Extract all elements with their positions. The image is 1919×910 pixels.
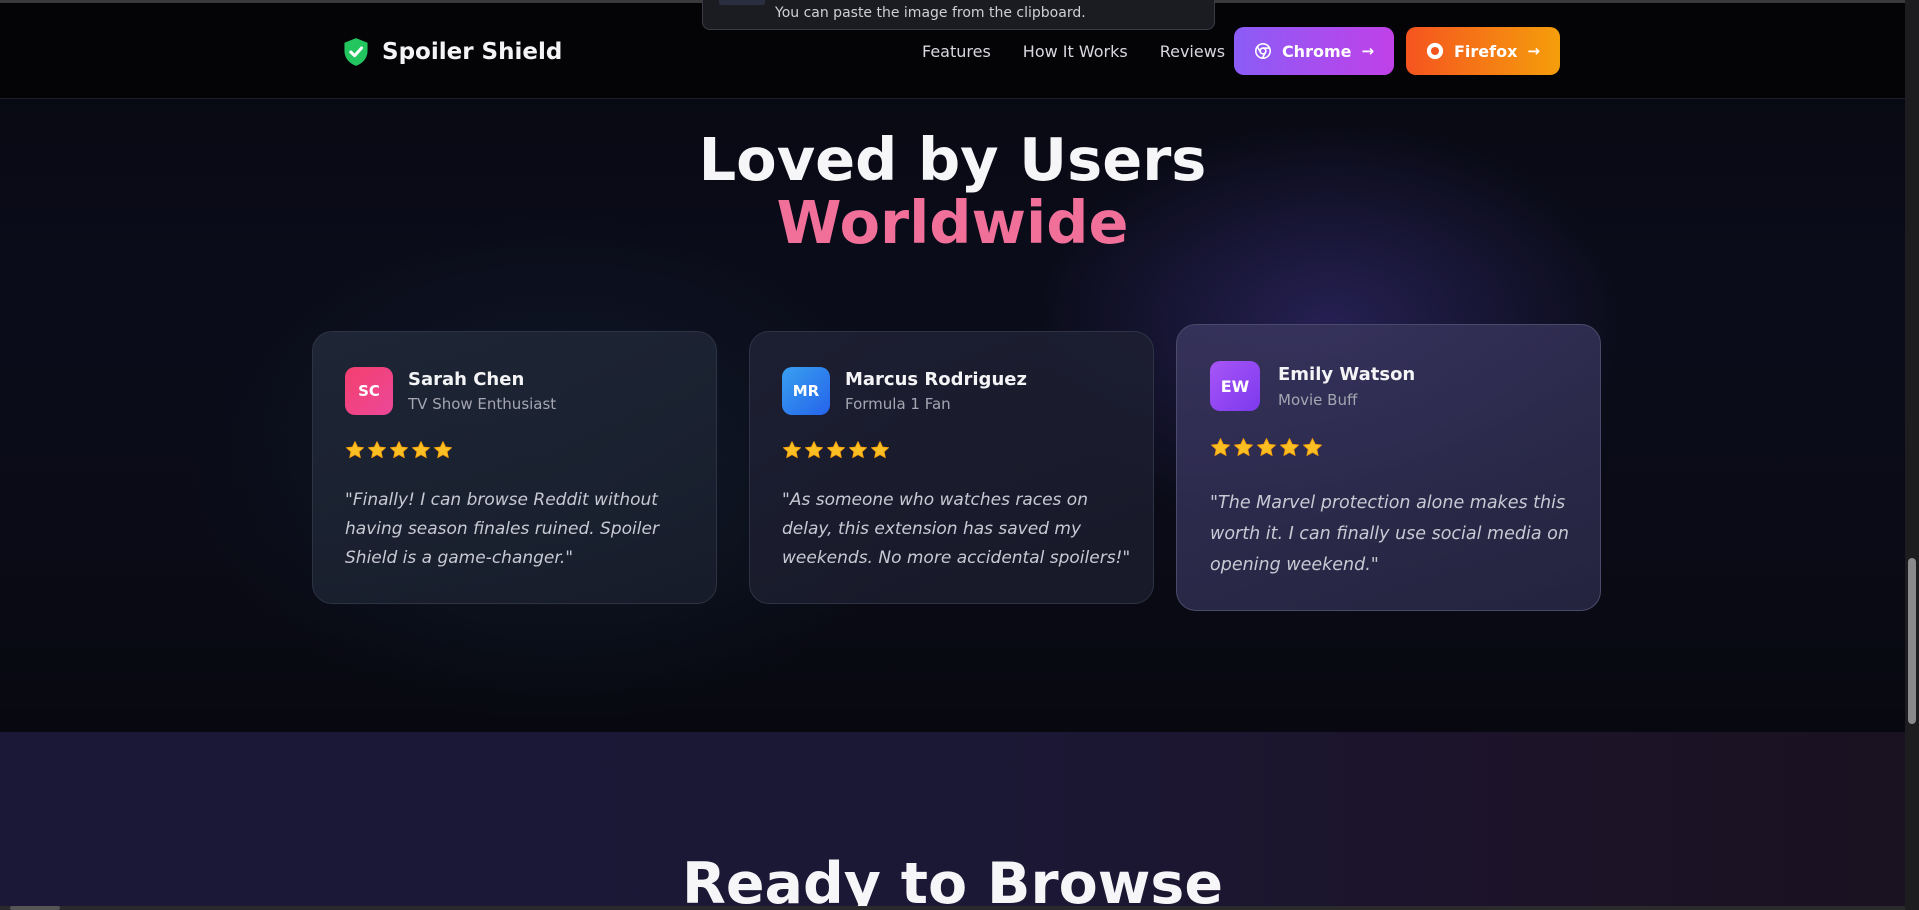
star-rating (345, 440, 453, 460)
star-icon (1280, 438, 1299, 456)
star-icon (1211, 438, 1230, 456)
nav-link-features[interactable]: Features (922, 42, 991, 61)
shield-check-icon (344, 38, 368, 66)
star-icon (390, 441, 408, 459)
cta-heading: Ready to Browse (681, 851, 1224, 910)
review-card-emily-watson: EW Emily Watson Movie Buff "The Marvel p… (1176, 324, 1601, 611)
reviews-heading: Loved by Users Worldwide (0, 128, 1905, 254)
vertical-scrollbar[interactable] (1905, 0, 1919, 910)
firefox-button-label: Firefox (1453, 41, 1518, 61)
brand-name: Spoiler Shield (382, 39, 563, 65)
star-icon (805, 441, 823, 459)
star-icon (1234, 438, 1253, 456)
nav-link-how-it-works[interactable]: How It Works (1023, 42, 1128, 61)
nav-links: Features How It Works Reviews (922, 42, 1225, 61)
star-icon (368, 441, 386, 459)
review-card-marcus-rodriguez: MR Marcus Rodriguez Formula 1 Fan "As so… (749, 331, 1154, 604)
review-card-sarah-chen: SC Sarah Chen TV Show Enthusiast "Finall… (312, 331, 717, 604)
avatar: EW (1210, 361, 1260, 411)
star-icon (434, 441, 452, 459)
avatar: MR (782, 367, 830, 415)
arrow-right-icon: → (1527, 42, 1540, 60)
horizontal-scrollbar-thumb[interactable] (10, 906, 60, 910)
star-icon (1303, 438, 1322, 456)
firefox-download-button[interactable]: Firefox → (1406, 27, 1560, 75)
reviews-heading-line1: Loved by Users (698, 125, 1207, 194)
star-rating (1210, 437, 1323, 458)
review-quote: "The Marvel protection alone makes this … (1210, 493, 1569, 575)
reviewer-name: Emily Watson (1278, 364, 1416, 385)
horizontal-scrollbar[interactable] (0, 906, 1905, 910)
nav-link-reviews[interactable]: Reviews (1160, 42, 1225, 61)
reviews-heading-highlight: Worldwide (776, 188, 1129, 257)
reviewer-name: Marcus Rodriguez (845, 369, 1027, 390)
star-icon (1257, 438, 1276, 456)
reviewer-role: Formula 1 Fan (845, 395, 951, 413)
star-icon (827, 441, 845, 459)
reviewer-name: Sarah Chen (408, 369, 525, 390)
star-icon (849, 441, 867, 459)
firefox-icon (1426, 42, 1444, 60)
star-rating (782, 440, 890, 460)
avatar: SC (345, 367, 393, 415)
review-quote: "Finally! I can browse Reddit without ha… (345, 490, 659, 568)
reviewer-role: TV Show Enthusiast (408, 395, 557, 413)
review-quote: "As someone who watches races on delay, … (782, 490, 1131, 568)
star-icon (346, 441, 364, 459)
page: Ready to Browse Spoiler Shield Features … (0, 0, 1905, 910)
reviewer-role: Movie Buff (1278, 391, 1358, 409)
star-icon (783, 441, 801, 459)
star-icon (412, 441, 430, 459)
toast-text: You can paste the image from the clipboa… (775, 5, 1086, 21)
chrome-button-label: Chrome (1281, 41, 1352, 61)
star-icon (871, 441, 889, 459)
chrome-icon (1254, 42, 1271, 60)
arrow-right-icon: → (1361, 42, 1375, 60)
chrome-download-button[interactable]: Chrome → (1234, 27, 1394, 75)
brand[interactable]: Spoiler Shield (342, 37, 562, 67)
vertical-scrollbar-thumb[interactable] (1908, 558, 1916, 724)
toast-thumbnail (719, 0, 765, 5)
clipboard-toast: You can paste the image from the clipboa… (702, 0, 1215, 30)
